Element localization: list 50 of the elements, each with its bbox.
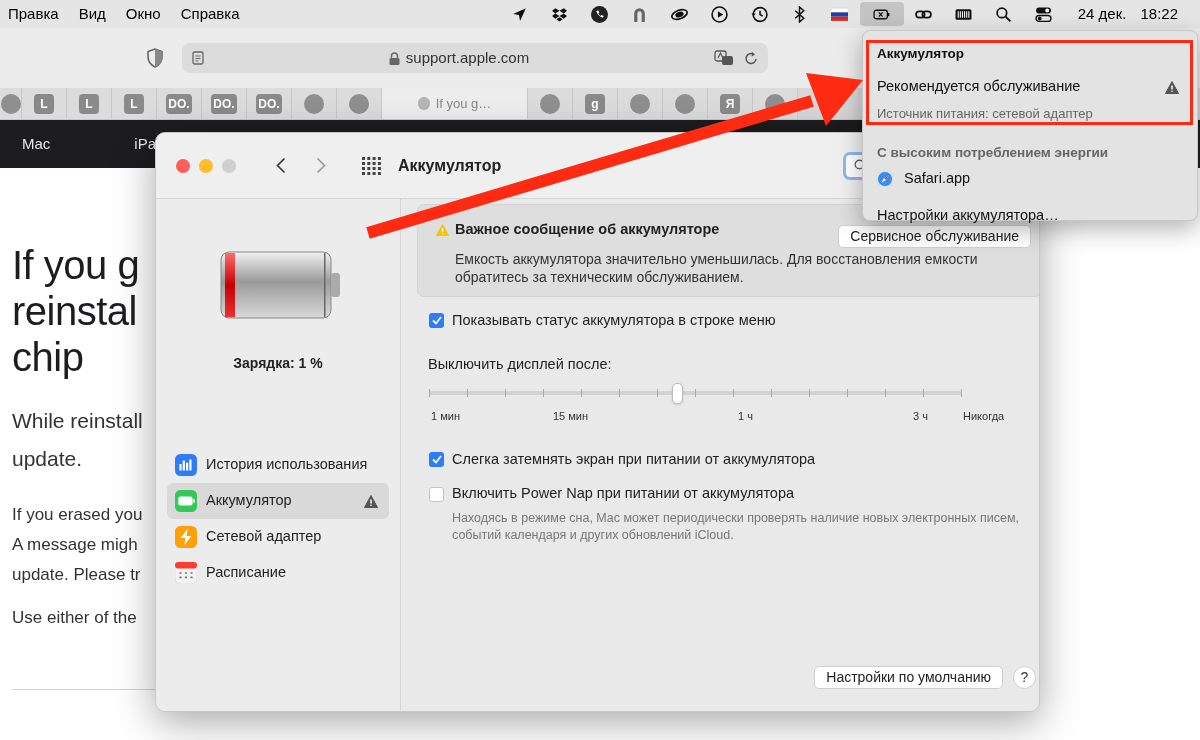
address-field[interactable]: support.apple.com [182,43,768,73]
sidebar-item[interactable]: Сетевой адаптер [167,519,389,555]
option-note: Находясь в режиме сна, Mac может периодически проверять наличие новых электронных писем, событий календаря и других обновлений iCloud. [452,510,1020,544]
menu-item[interactable]: Настройки аккумулятора… [877,204,1183,227]
charge-label: Зарядка: 1 % [233,354,323,373]
tick-label: Никогда [963,408,1005,424]
defaults-button[interactable]: Настройки по умолчанию [814,666,1003,689]
menu-section-title: С высоким потреблением энергии [877,143,1110,162]
menu-status: Рекомендуется обслуживание [877,77,1082,97]
tick-label: 1 ч [738,408,753,424]
sidebar-label: Аккумулятор [206,491,293,511]
checkbox-label: Слегка затемнять экран при питании от аккумулятора [452,449,816,469]
article-heading: If you g reinstal chip [12,242,141,380]
menu-item[interactable]: Вид [68,2,116,26]
sidebar-item[interactable]: Расписание [167,555,389,591]
help-button[interactable]: ? [1013,666,1036,689]
tick-label: 15 мин [553,408,589,424]
address-text: support.apple.com [405,47,530,68]
menu-item[interactable]: Окно [115,2,171,26]
sidebar-label: Расписание [206,563,287,583]
nav-link[interactable]: Mac [22,132,51,156]
sidebar-item[interactable]: История использования [167,447,389,483]
tick-label: 1 мин [431,408,460,424]
checkbox-label: Включить Power Nap при питании от аккумулятора [452,484,795,504]
article-paragraph: Use either of the [12,607,138,629]
menu-title: Аккумулятор [877,45,966,63]
menu-bar-date[interactable]: 24 дек. [1077,2,1127,26]
tick-label: 3 ч [913,408,928,424]
article-paragraph: If you erased you A message migh update. Please tr [12,504,144,586]
menu-bar-clock[interactable]: 18:22 [1140,2,1178,26]
browser-tab[interactable]: DO. [202,88,247,119]
slider-label: Выключить дисплей после: [428,354,613,374]
window-title: Аккумулятор [398,155,502,176]
sidebar-item[interactable]: Аккумулятор [167,483,389,519]
browser-tab[interactable]: DO. [157,88,202,119]
menu-item[interactable]: Safari.app [877,167,1183,190]
browser-tab[interactable]: Я [708,88,753,119]
menu-source: Источник питания: сетевой адаптер [877,105,1094,123]
sidebar-label: Сетевой адаптер [206,527,323,547]
service-button[interactable]: Сервисное обслуживание [838,224,1031,248]
browser-tab[interactable]: g [573,88,618,119]
nav-link[interactable]: iPa [134,132,157,156]
sidebar-label: История использования [206,455,369,475]
alert-title: Важное сообщение об аккумуляторе [455,220,721,240]
menu-item[interactable]: Справка [170,2,250,26]
article-lead: While reinstall update. [12,408,144,472]
checkbox-label: Показывать статус аккумулятора в строке меню [452,311,776,330]
browser-tab[interactable]: DO. [247,88,292,119]
menu-item[interactable]: Правка [8,2,69,26]
alert-text: Емкость аккумулятора значительно уменьшилась. Для восстановления емкости обратитесь за техническим обслуживанием. [455,250,979,286]
